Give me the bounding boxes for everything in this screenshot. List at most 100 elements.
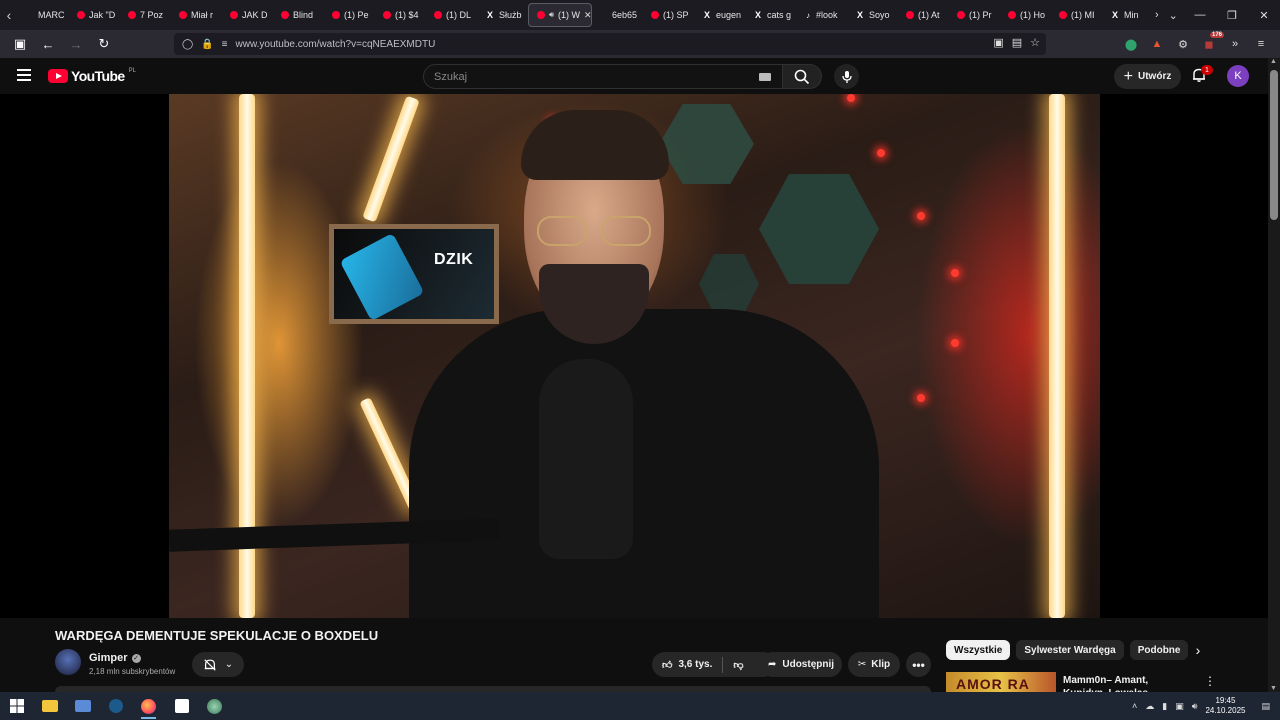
search-button[interactable] (782, 64, 822, 89)
browser-tab[interactable]: Xeugen (694, 0, 745, 30)
channel-name-row[interactable]: Gimper ✓ (89, 652, 141, 664)
browser-tab[interactable]: (1) MI (1051, 0, 1102, 30)
forward-icon[interactable]: → (64, 32, 88, 56)
lock-icon[interactable]: 🔒 (201, 39, 213, 50)
browser-tab[interactable]: (1) Pe (324, 0, 375, 30)
steam-icon[interactable] (99, 692, 132, 720)
channel-name[interactable]: Gimper (89, 652, 128, 664)
chip-related[interactable]: Podobne (1129, 640, 1189, 660)
browser-tab[interactable]: Blind (273, 0, 324, 30)
browser-tab[interactable]: Miał r (171, 0, 222, 30)
page-scrollbar[interactable]: ▲ ▼ (1268, 58, 1280, 692)
reader-view-icon[interactable]: ▤ (1012, 36, 1022, 49)
tab-label: MARC (38, 10, 65, 20)
permissions-icon[interactable]: ≡ (222, 39, 228, 50)
scroll-up-icon[interactable]: ▲ (1270, 58, 1277, 65)
overflow-menu-icon[interactable]: » (1226, 38, 1244, 50)
browser-tab[interactable]: 7 Poz (120, 0, 171, 30)
dislike-button[interactable]: 👎︎ (723, 652, 753, 677)
browser-tab[interactable]: (1) DL (426, 0, 477, 30)
video-player[interactable]: DZIK (169, 94, 1100, 618)
scroll-down-icon[interactable]: ▼ (1270, 685, 1277, 692)
vpn-extension-icon[interactable]: ⬤ (1122, 38, 1140, 51)
scrollbar-thumb[interactable] (1270, 70, 1278, 220)
thumbs-up-icon: 👍︎ (662, 659, 673, 671)
url-text[interactable]: www.youtube.com/watch?v=cqNEAEXMDTU (236, 39, 436, 50)
search-input[interactable]: Szukaj (423, 64, 784, 89)
browser-tab[interactable]: (1) Ho (1000, 0, 1051, 30)
browser-tab[interactable]: ♪ #look (796, 0, 847, 30)
extensions-icon[interactable]: ⚙ (1174, 38, 1192, 51)
tab-scroll-left-icon[interactable]: ‹ (0, 0, 18, 30)
usb-icon[interactable]: ▮ (1162, 701, 1167, 712)
bookmark-star-icon[interactable]: ☆ (1030, 36, 1040, 49)
youtube-logo[interactable]: YouTube PL (48, 68, 136, 84)
browser-tab[interactable]: (1) SP (643, 0, 694, 30)
chevron-right-icon[interactable]: › (1188, 640, 1208, 660)
youtube-favicon-icon (332, 11, 340, 19)
clip-button[interactable]: ✂ Klip (848, 652, 900, 677)
subscription-button[interactable]: ⌄ (192, 652, 244, 677)
restore-icon[interactable]: ❐ (1216, 0, 1248, 30)
notion-icon[interactable] (165, 692, 198, 720)
browser-tab[interactable]: Jak "D (69, 0, 120, 30)
address-bar[interactable]: ◯ 🔒 ≡ www.youtube.com/watch?v=cqNEAEXMDT… (174, 33, 1046, 55)
app-menu-icon[interactable]: ≡ (1252, 38, 1270, 50)
share-button[interactable]: ➦ Udostępnij (760, 652, 842, 677)
browser-tab[interactable]: (1) Pr (949, 0, 1000, 30)
volume-icon[interactable]: 🔊︎ (1192, 701, 1198, 712)
chip-sylwester-wardega[interactable]: Sylwester Wardęga (1016, 640, 1124, 660)
voice-search-button[interactable] (834, 64, 859, 89)
like-button[interactable]: 👍︎ 3,6 tys. (652, 652, 722, 677)
red-light (951, 269, 959, 277)
browser-tab[interactable]: MARC (18, 0, 69, 30)
keyboard-icon[interactable] (759, 73, 771, 81)
notifications-button[interactable]: 1 (1191, 65, 1213, 85)
cloud-icon[interactable]: ☁ (1145, 701, 1154, 712)
account-avatar[interactable]: K (1227, 65, 1249, 87)
network-icon[interactable]: ▣ (1175, 701, 1184, 712)
browser-tab[interactable]: 6eb65 (592, 0, 643, 30)
sidebar-toggle-icon[interactable]: ▣ (8, 32, 32, 56)
firefox-icon[interactable] (132, 692, 165, 720)
browser-tab[interactable]: (1) $4 (375, 0, 426, 30)
tab-active[interactable]: 🔊︎ (1) W ✕ (528, 3, 592, 27)
tray-chevron-icon[interactable]: ˄ (1132, 701, 1137, 711)
reload-icon[interactable]: ↻ (92, 32, 116, 56)
windows-start-icon[interactable] (0, 692, 33, 720)
picture-in-picture-icon[interactable]: ▣ (993, 36, 1003, 49)
ublock-icon[interactable]: ◼ 176 (1200, 31, 1224, 51)
browser-tab[interactable]: X Służb (477, 0, 528, 30)
browser-tab[interactable]: Xcats g (745, 0, 796, 30)
notifications-center-icon[interactable]: ▤ (1261, 701, 1270, 712)
tab-label: #look (816, 10, 838, 20)
monitor-app-icon[interactable] (66, 692, 99, 720)
browser-tab[interactable]: X Soyo (847, 0, 898, 30)
more-actions-button[interactable]: ••• (906, 652, 931, 677)
close-window-icon[interactable]: ✕ (1248, 0, 1280, 30)
more-vertical-icon[interactable]: ⋮ (1204, 674, 1216, 688)
shield-icon[interactable]: ◯ (182, 39, 193, 50)
create-button[interactable]: + Utwórz (1114, 64, 1181, 89)
close-tab-icon[interactable]: ✕ (584, 10, 591, 21)
minimize-icon[interactable]: — (1184, 0, 1216, 30)
clock[interactable]: 19:45 24.10.2025 (1205, 696, 1245, 716)
browser-tab[interactable]: (1) At (898, 0, 949, 30)
browser-tab[interactable]: X Min (1102, 0, 1153, 30)
recommended-video-thumbnail[interactable]: AMOR RA (946, 672, 1056, 692)
file-explorer-icon[interactable] (33, 692, 66, 720)
globe-app-icon[interactable] (198, 692, 231, 720)
youtube-favicon-icon (957, 11, 965, 19)
tab-scroll-right-icon[interactable]: › (1155, 9, 1159, 21)
guide-menu-icon[interactable] (17, 69, 31, 81)
channel-avatar[interactable] (55, 649, 81, 675)
recommended-video-title[interactable]: Mamm0n– Amant, Kupidyn, Lowelas (1063, 674, 1193, 692)
tab-label: Blind (293, 10, 314, 20)
youtube-favicon-icon (179, 11, 187, 19)
chip-all[interactable]: Wszystkie (946, 640, 1011, 660)
fox-extension-icon[interactable]: ▲ (1148, 38, 1166, 50)
browser-tab[interactable]: JAK D (222, 0, 273, 30)
back-icon[interactable]: ← (36, 32, 60, 56)
speaker-icon[interactable]: 🔊︎ (549, 10, 554, 20)
list-all-tabs-icon[interactable]: ⌄ (1169, 9, 1178, 22)
